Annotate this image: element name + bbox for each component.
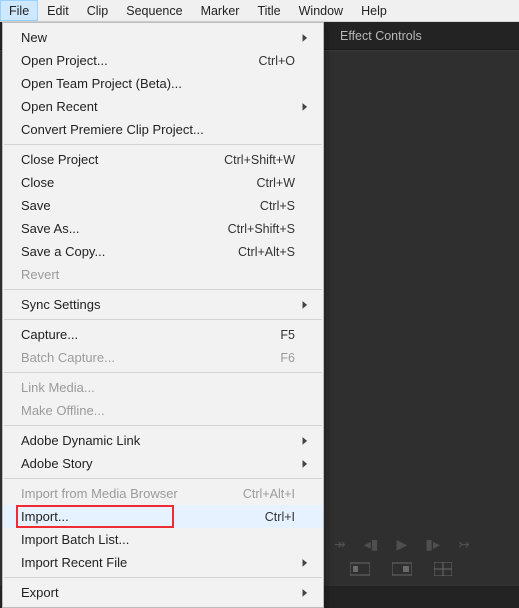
chevron-right-icon: ▶ xyxy=(303,435,308,446)
menubar-item-title[interactable]: Title xyxy=(248,0,289,21)
menu-item-label: Close Project xyxy=(21,152,212,167)
menu-item-revert: Revert xyxy=(3,263,323,286)
menu-item-make-offline: Make Offline... xyxy=(3,399,323,422)
menu-item-shortcut: F5 xyxy=(280,328,295,342)
menu-item-shortcut: Ctrl+Shift+S xyxy=(228,222,295,236)
menu-item-save-a-copy[interactable]: Save a Copy... Ctrl+Alt+S xyxy=(3,240,323,263)
transport-controls: ↠ ◂▮ ▶ ▮▸ ↣ xyxy=(330,532,519,556)
menu-item-shortcut: Ctrl+I xyxy=(265,510,295,524)
step-back-icon[interactable]: ◂▮ xyxy=(364,536,379,553)
marker-prev-icon[interactable]: ↠ xyxy=(334,536,346,553)
menu-item-label: Import... xyxy=(21,509,253,524)
menu-item-label: Save As... xyxy=(21,221,216,236)
menu-item-shortcut: F6 xyxy=(280,351,295,365)
menu-separator xyxy=(4,425,322,426)
menu-item-adobe-story[interactable]: Adobe Story ▶ xyxy=(3,452,323,475)
menubar-item-file[interactable]: File xyxy=(0,0,38,21)
chevron-right-icon: ▶ xyxy=(303,458,308,469)
menu-item-shortcut: Ctrl+O xyxy=(259,54,295,68)
menu-separator xyxy=(4,319,322,320)
step-fwd-icon[interactable]: ▮▸ xyxy=(425,536,440,553)
menu-separator xyxy=(4,478,322,479)
menu-item-shortcut: Ctrl+Alt+S xyxy=(238,245,295,259)
menu-item-import-batch-list[interactable]: Import Batch List... xyxy=(3,528,323,551)
menu-item-shortcut: Ctrl+Alt+I xyxy=(243,487,295,501)
menu-item-export[interactable]: Export ▶ xyxy=(3,581,323,604)
tab-effect-controls[interactable]: Effect Controls xyxy=(340,29,422,43)
menu-item-shortcut: Ctrl+Shift+W xyxy=(224,153,295,167)
menu-separator xyxy=(4,144,322,145)
menu-item-label: Adobe Dynamic Link xyxy=(21,433,295,448)
menu-item-import[interactable]: Import... Ctrl+I xyxy=(3,505,323,528)
chevron-right-icon: ▶ xyxy=(303,587,308,598)
menu-item-label: Convert Premiere Clip Project... xyxy=(21,122,295,137)
menu-item-sync-settings[interactable]: Sync Settings ▶ xyxy=(3,293,323,316)
export-frame-icon[interactable] xyxy=(434,562,452,576)
menubar-item-clip[interactable]: Clip xyxy=(78,0,118,21)
menu-item-close-project[interactable]: Close Project Ctrl+Shift+W xyxy=(3,148,323,171)
menu-item-convert-premiere-clip-project[interactable]: Convert Premiere Clip Project... xyxy=(3,118,323,141)
menu-item-import-recent-file[interactable]: Import Recent File ▶ xyxy=(3,551,323,574)
play-icon[interactable]: ▶ xyxy=(396,536,407,553)
overwrite-overlay-icon[interactable] xyxy=(392,562,412,576)
menu-item-shortcut: Ctrl+S xyxy=(260,199,295,213)
menu-item-link-media: Link Media... xyxy=(3,376,323,399)
insert-overlay-icon[interactable] xyxy=(350,562,370,576)
menu-item-label: Import from Media Browser xyxy=(21,486,231,501)
menu-item-shortcut: Ctrl+W xyxy=(256,176,295,190)
menu-item-batch-capture: Batch Capture... F6 xyxy=(3,346,323,369)
menu-item-adobe-dynamic-link[interactable]: Adobe Dynamic Link ▶ xyxy=(3,429,323,452)
menu-item-label: Open Project... xyxy=(21,53,247,68)
menu-item-label: Save xyxy=(21,198,248,213)
menu-item-label: Import Recent File xyxy=(21,555,295,570)
menubar: FileEditClipSequenceMarkerTitleWindowHel… xyxy=(0,0,519,22)
menu-item-label: Open Team Project (Beta)... xyxy=(21,76,295,91)
menubar-item-marker[interactable]: Marker xyxy=(192,0,249,21)
menu-item-open-project[interactable]: Open Project... Ctrl+O xyxy=(3,49,323,72)
menubar-item-edit[interactable]: Edit xyxy=(38,0,78,21)
menu-item-label: Link Media... xyxy=(21,380,295,395)
menubar-item-sequence[interactable]: Sequence xyxy=(117,0,191,21)
menu-item-capture[interactable]: Capture... F5 xyxy=(3,323,323,346)
menu-item-label: Save a Copy... xyxy=(21,244,226,259)
menu-item-label: Capture... xyxy=(21,327,268,342)
menu-item-label: Make Offline... xyxy=(21,403,295,418)
menu-item-save-as[interactable]: Save As... Ctrl+Shift+S xyxy=(3,217,323,240)
menu-item-label: Open Recent xyxy=(21,99,295,114)
menu-item-label: Export xyxy=(21,585,295,600)
marker-next-icon[interactable]: ↣ xyxy=(458,536,470,553)
menu-item-save[interactable]: Save Ctrl+S xyxy=(3,194,323,217)
menu-separator xyxy=(4,289,322,290)
file-menu: New ▶ Open Project... Ctrl+O Open Team Proje… xyxy=(2,22,324,608)
menubar-item-window[interactable]: Window xyxy=(290,0,352,21)
menu-item-label: Sync Settings xyxy=(21,297,295,312)
menu-item-label: Import Batch List... xyxy=(21,532,295,547)
menu-item-label: Close xyxy=(21,175,244,190)
chevron-right-icon: ▶ xyxy=(303,299,308,310)
menu-item-label: Batch Capture... xyxy=(21,350,268,365)
menu-item-close[interactable]: Close Ctrl+W xyxy=(3,171,323,194)
chevron-right-icon: ▶ xyxy=(303,557,308,568)
menu-item-import-from-media-browser: Import from Media Browser Ctrl+Alt+I xyxy=(3,482,323,505)
menu-separator xyxy=(4,577,322,578)
menu-separator xyxy=(4,372,322,373)
menubar-item-help[interactable]: Help xyxy=(352,0,396,21)
chevron-right-icon: ▶ xyxy=(303,101,308,112)
menu-item-new[interactable]: New ▶ xyxy=(3,26,323,49)
menu-item-open-recent[interactable]: Open Recent ▶ xyxy=(3,95,323,118)
menu-item-label: New xyxy=(21,30,295,45)
menu-item-label: Revert xyxy=(21,267,295,282)
chevron-right-icon: ▶ xyxy=(303,32,308,43)
menu-item-open-team-project-beta[interactable]: Open Team Project (Beta)... xyxy=(3,72,323,95)
menu-item-label: Adobe Story xyxy=(21,456,295,471)
